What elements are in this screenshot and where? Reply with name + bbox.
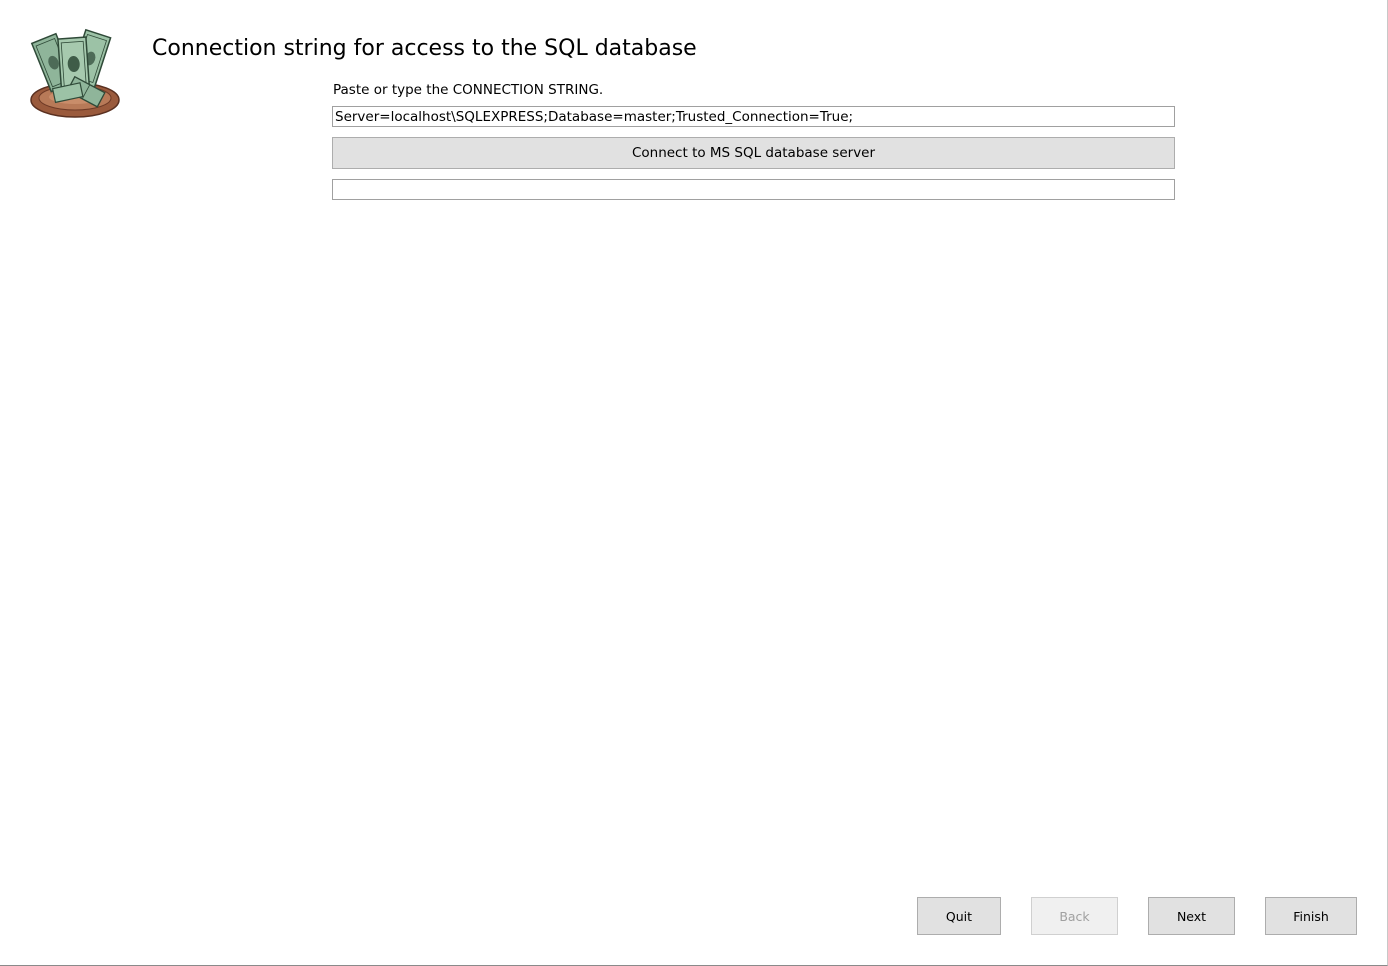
wizard-page: Connection string for access to the SQL … [0,0,1388,966]
page-title: Connection string for access to the SQL … [152,36,697,61]
connection-string-prompt: Paste or type the CONNECTION STRING. [333,82,604,98]
connection-string-input[interactable] [332,106,1175,127]
finish-button[interactable]: Finish [1265,897,1357,935]
money-bills-on-plate-icon [28,28,124,124]
connection-status-field[interactable] [332,179,1175,200]
connect-button[interactable]: Connect to MS SQL database server [332,137,1175,169]
back-button[interactable]: Back [1031,897,1118,935]
quit-button[interactable]: Quit [917,897,1001,935]
next-button[interactable]: Next [1148,897,1235,935]
